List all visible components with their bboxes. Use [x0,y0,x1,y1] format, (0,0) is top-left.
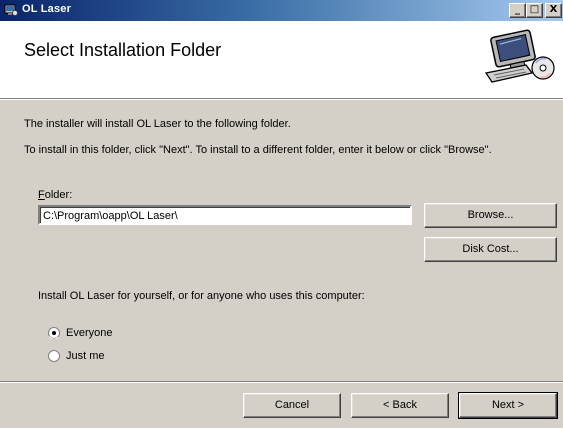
maximize-button[interactable]: □ [526,3,543,18]
back-label: < Back [383,399,417,411]
radio-just-me-label: Just me [66,350,105,362]
window-title: OL Laser [22,3,72,15]
footer-separator [0,381,563,383]
disk-cost-label: Disk Cost... [462,243,519,255]
close-button[interactable]: X [545,3,562,18]
folder-label-accelerator: F [38,189,45,201]
header-separator [0,98,563,100]
minimize-icon: _ [515,4,520,15]
cancel-button[interactable]: Cancel [243,393,341,418]
radio-everyone-label: Everyone [66,327,113,339]
next-label: Next > [491,399,525,411]
installer-window: OL Laser _ □ X Select Installation Folde… [0,0,563,428]
instruction-line-2: To install in this folder, click "Next".… [24,144,492,156]
folder-label-text: older: [44,189,73,201]
radio-selected-icon[interactable] [48,327,60,339]
title-bar[interactable]: OL Laser _ □ X [0,0,563,21]
radio-unselected-icon[interactable] [48,350,60,362]
instruction-line-1: The installer will install OL Laser to t… [24,118,291,130]
disk-cost-button[interactable]: Disk Cost... [424,237,557,262]
minimize-button[interactable]: _ [509,3,526,18]
browse-button[interactable]: Browse... [424,203,557,228]
header-banner: Select Installation Folder [0,21,563,98]
maximize-icon: □ [529,4,540,15]
close-icon: X [549,4,558,15]
computer-install-icon [484,29,555,83]
folder-path-value: C:\Program\oapp\OL Laser\ [43,210,178,222]
back-button[interactable]: < Back [351,393,449,418]
installer-app-icon [4,4,18,16]
page-title: Select Installation Folder [24,40,222,60]
browse-label: Browse... [467,209,514,221]
install-for-label: Install OL Laser for yourself, or for an… [38,290,365,302]
folder-path-input[interactable]: C:\Program\oapp\OL Laser\ [38,205,412,225]
next-button[interactable]: Next > [458,392,558,419]
cancel-label: Cancel [274,399,310,411]
folder-label: Folder: [38,189,72,201]
